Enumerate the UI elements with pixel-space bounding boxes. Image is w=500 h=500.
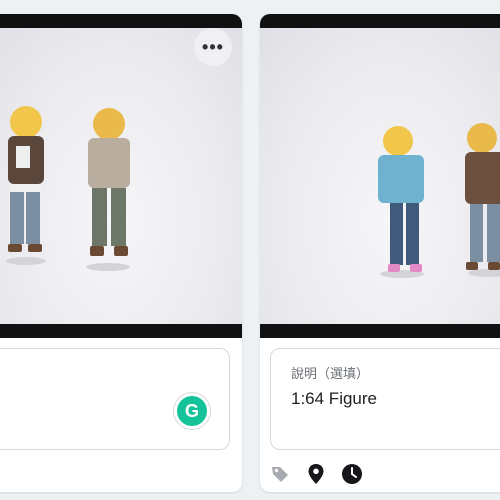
caption-label-right: 說明（選填） [291,366,370,381]
location-pin-icon[interactable] [304,462,328,486]
photo-left[interactable]: ••• [0,14,242,338]
card-action-bar [268,462,364,486]
more-options-button[interactable]: ••• [194,28,232,66]
tag-icon[interactable] [268,462,292,486]
figure-scene-right [260,28,500,324]
photo-card-right: 說明（選填） 1:64 Figure [260,14,500,492]
caption-value-right: 1:64 Figure [291,389,377,408]
feed-stage: ••• G 說明（選填） 1:64 Figure [0,0,500,500]
grammarly-icon[interactable]: G [174,393,210,429]
photo-right[interactable] [260,14,500,338]
grammarly-letter: G [184,400,199,421]
photo-card-left: ••• G [0,14,242,492]
figure-pair-right [378,123,500,278]
figure-scene-left [0,28,242,324]
caption-field-left[interactable]: G [0,348,230,450]
caption-field-right[interactable]: 說明（選填） 1:64 Figure [270,348,500,450]
figure-pair-left [6,106,130,271]
clock-icon[interactable] [340,462,364,486]
